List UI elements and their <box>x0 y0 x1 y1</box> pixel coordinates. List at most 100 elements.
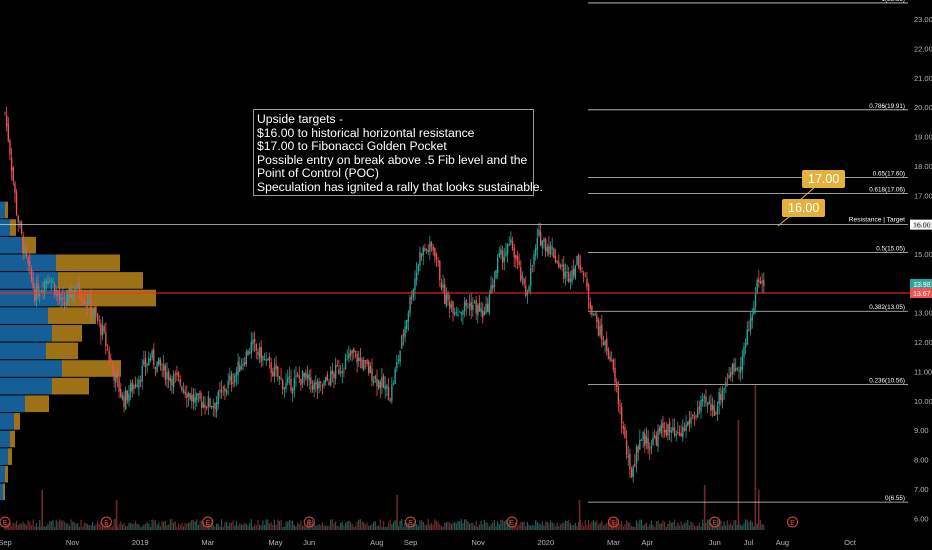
candle-body <box>364 360 367 362</box>
volume-bar <box>293 524 295 530</box>
volume-bar <box>50 521 52 530</box>
volume-bar <box>247 525 249 530</box>
fib-level-label: 0(6.55) <box>885 495 905 502</box>
x-tick-label: Sep <box>404 538 417 547</box>
volume-bar <box>498 523 500 530</box>
volume-bar <box>250 519 252 530</box>
candle-body <box>521 275 524 279</box>
volume-bar <box>483 519 486 530</box>
candle-body <box>424 248 426 251</box>
volume-bar <box>35 523 38 530</box>
volume-bar <box>349 521 352 530</box>
volume-bar <box>668 520 671 530</box>
candle-body <box>617 386 620 405</box>
volume-bar <box>720 520 722 530</box>
volume-bar <box>113 519 115 530</box>
volume-bar <box>14 523 16 530</box>
volume-bar <box>401 519 403 530</box>
volume-bar <box>174 520 176 530</box>
volume-bar <box>422 521 424 530</box>
volume-bar <box>707 519 709 530</box>
callout-target-16[interactable]: 16.00 <box>782 199 826 217</box>
volume-bar <box>235 521 238 530</box>
candle-body <box>523 278 525 285</box>
volume-bar <box>502 519 504 530</box>
vp-down-bar <box>52 377 89 395</box>
candle-body <box>414 278 416 291</box>
time-axis[interactable]: Sep Nov 2019 Mar May Jun Aug Sep Nov 2020 Mar Apr Ju… <box>0 538 857 547</box>
candle-body <box>30 269 33 280</box>
volume-bar <box>179 525 181 530</box>
price-axis[interactable]: 6.00 7.00 8.00 9.00 10.00 11.00 12.00 13.00 14.0… <box>914 15 932 523</box>
candle-body <box>437 261 439 263</box>
candle-body <box>677 431 679 433</box>
volume-bar <box>657 520 659 530</box>
volume-bar <box>363 522 365 530</box>
volume-bar <box>569 523 571 530</box>
annotation-textbox[interactable]: Upside targets - $16.00 to historical ho… <box>253 109 543 196</box>
volume-bar <box>389 519 391 530</box>
candle-body <box>420 253 423 257</box>
candle-body <box>654 434 656 438</box>
volume-bar <box>424 524 426 530</box>
earnings-marker-letter: E <box>3 520 8 527</box>
volume-bar <box>530 525 532 530</box>
callout-target-17[interactable]: 17.00 <box>802 170 846 188</box>
candle-body <box>731 364 734 375</box>
candle-body <box>563 264 565 280</box>
candle-body <box>129 383 132 393</box>
candle-body <box>736 368 739 370</box>
volume-bar <box>541 521 543 530</box>
candle-body <box>597 320 600 337</box>
candle-body <box>500 249 502 255</box>
candle-body <box>34 288 36 301</box>
y-tick-label: 23.00 <box>914 15 932 24</box>
volume-bar <box>462 523 464 530</box>
candle-body <box>96 314 99 321</box>
volume-bar <box>17 525 19 530</box>
x-tick-label: Nov <box>472 538 486 547</box>
candle-body <box>612 359 615 370</box>
volume-bar <box>392 521 395 530</box>
volume-bar <box>52 519 54 530</box>
candle-body <box>548 246 550 254</box>
volume-bar <box>156 524 158 530</box>
volume-bar <box>300 520 302 530</box>
price-chart[interactable]: 1(23.55) 0.786(19.91) 0.65(17.60) 0.618(17.… <box>0 0 932 550</box>
volume-bar <box>549 520 552 530</box>
candle-body <box>498 252 501 258</box>
candle-body <box>690 417 692 424</box>
candle-body <box>546 247 548 252</box>
y-tick-label: 6.00 <box>914 514 929 523</box>
candle-body <box>22 235 24 253</box>
fibonacci-retracement[interactable]: 1(23.55) 0.786(19.91) 0.65(17.60) 0.618(17.… <box>588 0 908 503</box>
candle-body <box>602 341 605 346</box>
volume-bar <box>272 524 274 530</box>
volume-bar <box>421 519 423 530</box>
volume-bar <box>702 519 704 530</box>
volume-bar <box>351 524 353 530</box>
volume-bar <box>606 522 608 530</box>
candle-body <box>614 368 616 383</box>
candle-body <box>620 406 623 424</box>
candle-body <box>705 396 707 403</box>
volume-bar <box>624 524 626 530</box>
candle-body <box>339 371 342 373</box>
candle-body <box>637 446 639 453</box>
volume-bar <box>219 526 221 530</box>
volume-bar <box>328 525 330 530</box>
volume-bar <box>288 520 290 530</box>
volume-bar <box>745 519 747 530</box>
volume-bar <box>153 520 155 530</box>
candle-body <box>698 406 701 410</box>
candle-body <box>624 427 626 438</box>
candle-body <box>655 436 658 446</box>
candle-body <box>425 249 428 251</box>
candle-body <box>163 364 165 371</box>
candle-body <box>285 383 287 390</box>
candle-body <box>472 304 474 310</box>
candle-body <box>187 393 190 398</box>
candle-body <box>171 378 173 386</box>
volume-bar <box>432 524 434 530</box>
candle-body <box>695 415 697 417</box>
